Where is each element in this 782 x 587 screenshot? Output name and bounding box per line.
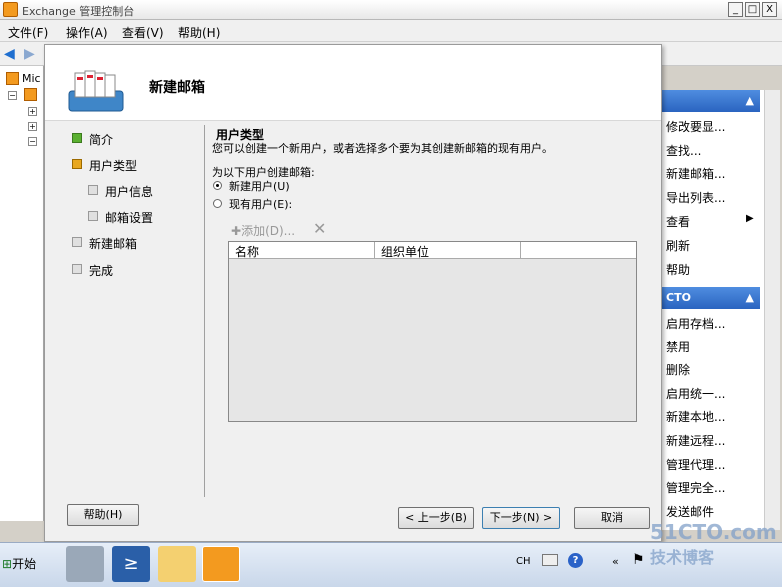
step-complete-icon	[72, 133, 82, 143]
watermark-line1: 51CTO.com	[650, 520, 777, 544]
start-label: 开始	[12, 557, 37, 571]
action-disable[interactable]: 禁用	[666, 338, 690, 355]
exchange-app-icon	[3, 2, 18, 17]
tree-expand-icon[interactable]: +	[28, 122, 37, 131]
help-question-icon[interactable]: ?	[568, 553, 583, 568]
step-label: 完成	[89, 264, 114, 278]
step-label: 邮箱设置	[105, 211, 154, 225]
radio-new-user[interactable]	[213, 181, 222, 190]
step-pending-icon	[72, 237, 82, 247]
exchange-taskbar-icon[interactable]	[202, 546, 240, 582]
actions-scrollbar[interactable]	[764, 90, 780, 530]
step-pending-icon	[72, 264, 82, 274]
action-manage-full[interactable]: 管理完全...	[666, 479, 725, 496]
action-new-local[interactable]: 新建本地...	[666, 408, 725, 425]
actions-group-header[interactable]: ▲	[660, 90, 760, 112]
add-label: 添加(D)...	[241, 224, 296, 238]
step-finish[interactable]: 完成	[72, 262, 114, 279]
tree-collapse-icon[interactable]: −	[28, 137, 37, 146]
forward-arrow-icon[interactable]: ▶	[24, 46, 40, 62]
menu-bar	[0, 20, 782, 42]
help-button[interactable]: 帮助(H)	[67, 504, 139, 526]
menu-file[interactable]: 文件(F)	[8, 24, 48, 41]
action-new-remote[interactable]: 新建远程...	[666, 432, 725, 449]
step-pending-icon	[88, 211, 98, 221]
keyboard-icon[interactable]	[542, 554, 558, 566]
powershell-icon[interactable]: ≥	[112, 546, 150, 582]
mailbox-wizard-icon	[68, 70, 124, 112]
maximize-button[interactable]: □	[745, 2, 760, 17]
action-send-mail[interactable]: 发送邮件	[666, 503, 714, 520]
remove-x-icon[interactable]: ✕	[313, 219, 326, 238]
step-user-info[interactable]: 用户信息	[88, 183, 154, 200]
dialog-title: 新建邮箱	[149, 80, 205, 96]
tree-expand-icon[interactable]: +	[28, 107, 37, 116]
step-divider	[204, 125, 205, 497]
site-watermark: 51CTO.com 技术博客	[650, 520, 777, 568]
step-intro[interactable]: 简介	[72, 131, 114, 148]
radio-new-user-label[interactable]: 新建用户(U)	[229, 178, 290, 194]
action-refresh[interactable]: 刷新	[666, 237, 690, 254]
menu-action[interactable]: 操作(A)	[66, 24, 108, 41]
window-title: Exchange 管理控制台	[22, 5, 135, 18]
action-help[interactable]: 帮助	[666, 261, 690, 278]
step-mailbox-settings[interactable]: 邮箱设置	[88, 209, 154, 226]
action-view[interactable]: 查看	[666, 213, 690, 230]
section-description: 您可以创建一个新用户，或者选择多个要为其创建新邮箱的现有用户。	[212, 142, 553, 155]
radio-existing-user-label[interactable]: 现有用户(E):	[229, 196, 292, 212]
collapse-up-icon[interactable]: ▲	[746, 94, 754, 107]
menu-help[interactable]: 帮助(H)	[178, 24, 220, 41]
action-export-list[interactable]: 导出列表...	[666, 189, 725, 206]
user-list-grid[interactable]: 名称 组织单位	[228, 241, 637, 422]
action-center-flag-icon[interactable]: ⚑	[632, 552, 645, 568]
add-plus-icon: ✚	[231, 224, 242, 238]
radio-existing-user[interactable]	[213, 199, 222, 208]
column-header-name[interactable]: 名称	[229, 242, 375, 259]
submenu-arrow-icon: ▶	[746, 213, 754, 224]
step-user-type[interactable]: 用户类型	[72, 157, 138, 174]
collapse-up-icon[interactable]: ▲	[746, 291, 754, 304]
action-new-mailbox[interactable]: 新建邮箱...	[666, 165, 725, 182]
server-manager-icon[interactable]	[66, 546, 104, 582]
step-pending-icon	[88, 185, 98, 195]
console-tree	[0, 66, 44, 521]
column-header-ou[interactable]: 组织单位	[375, 242, 521, 259]
actions-group-cto-header[interactable]: CTO ▲	[660, 287, 760, 309]
action-find[interactable]: 查找...	[666, 142, 701, 159]
language-indicator[interactable]: CH	[516, 556, 531, 567]
column-header-blank	[521, 242, 636, 259]
action-modify-display[interactable]: 修改要显...	[666, 118, 725, 135]
tree-collapse-icon[interactable]: −	[8, 91, 17, 100]
step-current-icon	[72, 159, 82, 169]
action-enable-archive[interactable]: 启用存档...	[666, 315, 725, 332]
action-enable-unified[interactable]: 启用统一...	[666, 385, 725, 402]
action-manage-proxy[interactable]: 管理代理...	[666, 456, 725, 473]
step-new-mailbox[interactable]: 新建邮箱	[72, 235, 138, 252]
exchange-node-icon	[6, 72, 19, 85]
start-button[interactable]: ⊞开始	[2, 552, 48, 576]
dialog-header	[45, 45, 661, 121]
windows-logo-icon: ⊞	[2, 557, 13, 571]
step-label: 用户类型	[89, 159, 138, 173]
new-mailbox-dialog: 新建邮箱 简介 用户类型 用户信息 邮箱设置 新建邮箱 完成 用户类型 您可以创…	[44, 44, 662, 542]
organization-node-icon	[24, 88, 37, 101]
menu-view[interactable]: 查看(V)	[122, 24, 164, 41]
step-label: 新建邮箱	[89, 237, 138, 251]
watermark-line2: 技术博客	[650, 548, 715, 567]
add-button[interactable]: ✚添加(D)...	[231, 222, 295, 239]
show-hidden-icons-icon[interactable]: «	[612, 555, 619, 568]
actions-pane: ▲ 修改要显... 查找... 新建邮箱... 导出列表... 查看 ▶ 刷新 …	[660, 90, 764, 530]
minimize-button[interactable]: _	[728, 2, 743, 17]
close-button[interactable]: X	[762, 2, 777, 17]
back-arrow-icon[interactable]: ◀	[4, 46, 20, 62]
explorer-folder-icon[interactable]	[158, 546, 196, 582]
step-label: 用户信息	[105, 185, 154, 199]
action-delete[interactable]: 删除	[666, 361, 690, 378]
actions-group-title: CTO	[666, 291, 691, 304]
tree-root-label[interactable]: Mic	[22, 72, 41, 85]
step-label: 简介	[89, 133, 114, 147]
cancel-button[interactable]: 取消	[574, 507, 650, 529]
back-button[interactable]: < 上一步(B)	[398, 507, 474, 529]
next-button[interactable]: 下一步(N) >	[482, 507, 560, 529]
